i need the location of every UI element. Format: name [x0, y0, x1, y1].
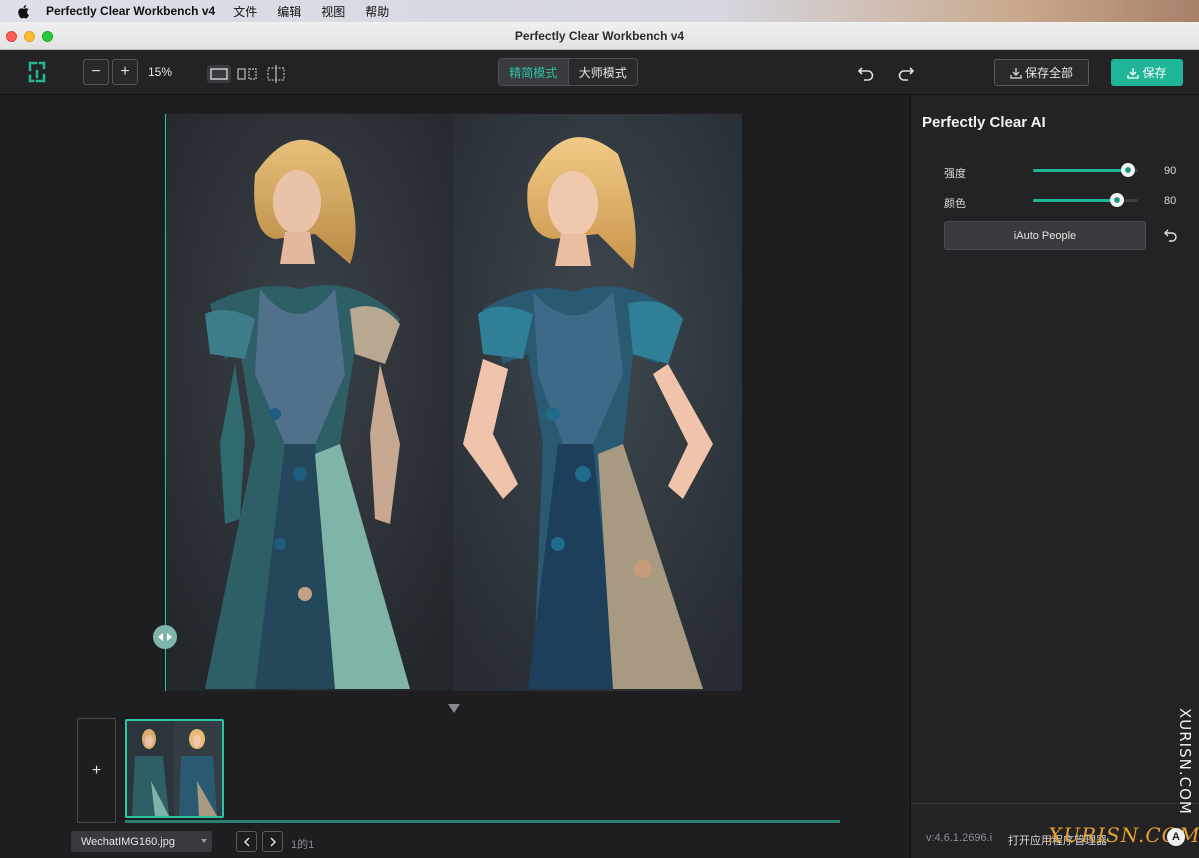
single-view-icon[interactable] [207, 65, 231, 83]
zoom-out-button[interactable]: − [83, 59, 109, 85]
color-value: 80 [1164, 195, 1177, 207]
close-window-button[interactable] [6, 31, 17, 42]
before-image [165, 114, 454, 691]
maximize-window-button[interactable] [42, 31, 53, 42]
save-all-button[interactable]: 保存全部 [994, 59, 1089, 86]
window-title-bar: Perfectly Clear Workbench v4 [0, 22, 1199, 50]
next-image-button[interactable] [262, 831, 283, 852]
color-slider-fill [1033, 199, 1117, 202]
redo-icon[interactable] [897, 64, 915, 82]
save-all-label: 保存全部 [1024, 66, 1073, 80]
menu-edit[interactable]: 编辑 [277, 3, 301, 20]
undo-icon[interactable] [857, 64, 875, 82]
left-right-arrows-icon [158, 633, 172, 641]
strength-value: 90 [1164, 165, 1177, 177]
split-line[interactable] [165, 114, 166, 691]
watermark-badge: A [1167, 828, 1185, 846]
menu-help[interactable]: 帮助 [365, 3, 389, 20]
previous-image-button[interactable] [236, 831, 257, 852]
download-icon [1127, 67, 1140, 79]
strength-slider-fill [1033, 169, 1128, 172]
mode-toggle: 精简模式 大师模式 [498, 58, 638, 86]
version-label: v:4.6.1.2696.i [926, 832, 993, 844]
window-title: Perfectly Clear Workbench v4 [514, 28, 685, 43]
app-menu[interactable]: Perfectly Clear Workbench v4 [46, 4, 215, 18]
app-logo-icon [28, 61, 46, 83]
collapse-filmstrip-icon[interactable] [448, 704, 460, 713]
strength-label: 强度 [944, 168, 966, 180]
color-label: 颜色 [944, 198, 966, 210]
zoom-in-button[interactable]: + [112, 59, 138, 85]
color-slider[interactable] [1033, 193, 1138, 207]
add-image-button[interactable]: + [77, 718, 116, 823]
menu-view[interactable]: 视图 [321, 3, 345, 20]
split-handle[interactable] [153, 625, 177, 649]
panel-divider [911, 803, 1199, 804]
save-button[interactable]: 保存 [1111, 59, 1183, 86]
image-thumbnail[interactable] [125, 719, 224, 818]
system-menu-bar: Perfectly Clear Workbench v4 文件 编辑 视图 帮助 [0, 0, 1199, 22]
adjustments-panel: Perfectly Clear AI 强度 90 颜色 80 iAuto Peo… [910, 95, 1199, 858]
strength-slider-thumb[interactable] [1120, 163, 1135, 177]
filmstrip-scrollbar[interactable] [125, 820, 840, 823]
color-slider-thumb[interactable] [1110, 193, 1124, 207]
file-select[interactable]: WechatIMG160.jpg [71, 831, 212, 852]
main-toolbar: − + 15% 精简模式 大师模式 保存全部 保存 [0, 50, 1199, 95]
apple-logo-icon[interactable] [16, 4, 30, 19]
window-controls [6, 31, 53, 42]
image-canvas: + WechatIMG160.jpg 1的1 [0, 95, 910, 858]
chevron-left-icon [243, 836, 250, 847]
reset-icon[interactable] [1164, 228, 1178, 242]
split-view-icon[interactable] [264, 65, 288, 83]
watermark-vertical: XURISN.COM [1176, 708, 1194, 815]
zoom-level: 15% [148, 65, 173, 79]
strength-slider[interactable] [1033, 163, 1138, 177]
after-image [453, 114, 742, 691]
menu-file[interactable]: 文件 [233, 3, 257, 20]
page-count: 1的1 [291, 839, 315, 851]
side-by-side-view-icon[interactable] [235, 65, 259, 83]
save-label: 保存 [1142, 66, 1167, 80]
chevron-down-icon [201, 839, 207, 843]
minimize-window-button[interactable] [24, 31, 35, 42]
thumbnail-preview [127, 721, 222, 816]
tab-master-mode[interactable]: 大师模式 [569, 59, 638, 85]
tab-simple-mode[interactable]: 精简模式 [499, 59, 569, 85]
preset-select-button[interactable]: iAuto People [944, 221, 1146, 250]
file-name: WechatIMG160.jpg [81, 835, 175, 848]
preview-image[interactable] [165, 114, 742, 691]
panel-title: Perfectly Clear AI [922, 114, 1046, 131]
chevron-right-icon [269, 836, 276, 847]
download-icon [1010, 67, 1022, 79]
